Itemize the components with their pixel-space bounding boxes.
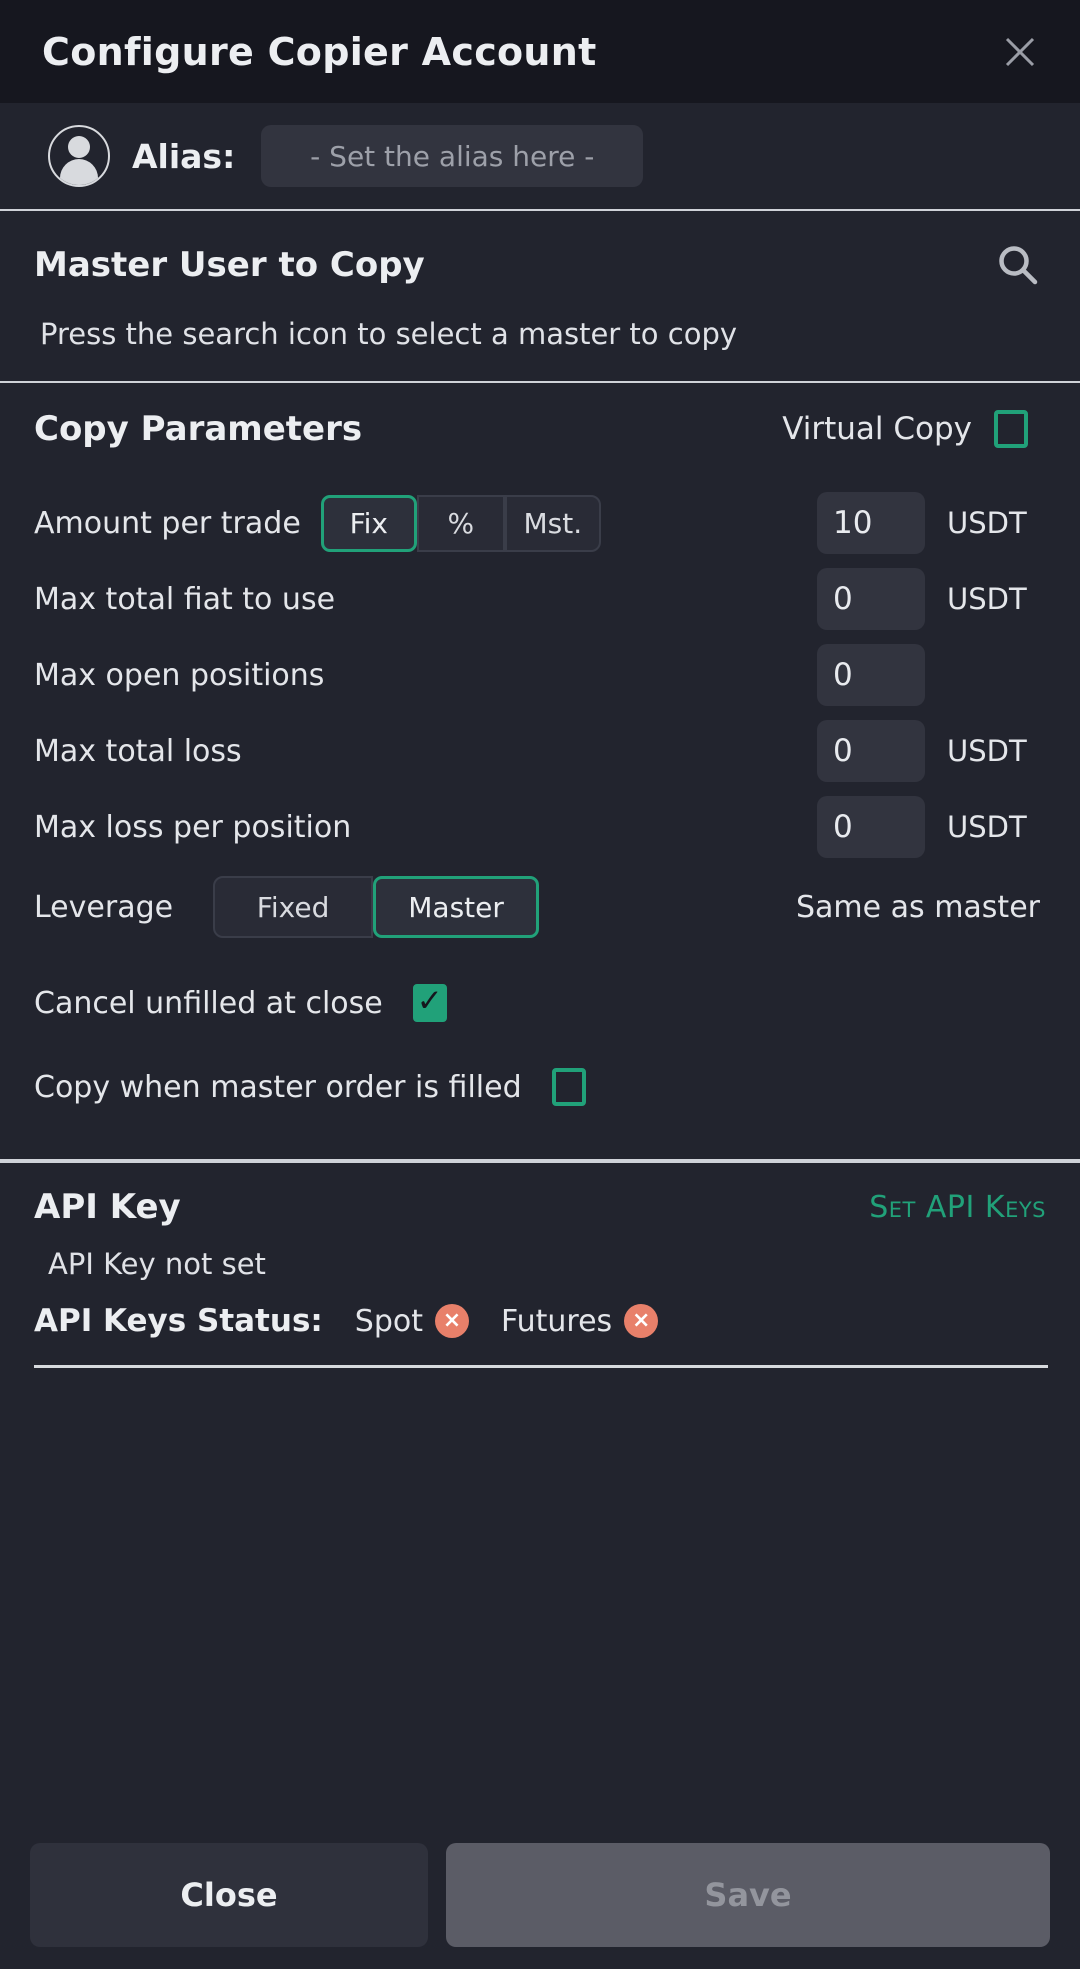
alias-row: Alias: - Set the alias here - [0,103,1080,211]
row-cancel-unfilled-at-close[interactable]: Cancel unfilled at close ✓ [34,961,1050,1045]
api-key-title: API Key [34,1187,181,1227]
api-keys-status-label: API Keys Status: [34,1303,323,1339]
row-label: Leverage [34,890,173,925]
max-total-fiat-input[interactable]: 0 [817,568,925,630]
cancel-unfilled-checkbox[interactable]: ✓ [413,984,447,1022]
status-futures: Futures × [501,1304,658,1339]
segment-fixed[interactable]: Fixed [213,876,373,938]
leverage-segmented[interactable]: Fixed Master [213,876,539,938]
api-key-status-text: API Key not set [34,1247,1050,1281]
max-total-fiat-unit: USDT [947,582,1027,616]
section-divider [34,1365,1048,1368]
alias-label: Alias: [132,137,235,176]
cancel-unfilled-label: Cancel unfilled at close [34,986,383,1021]
max-open-positions-input[interactable]: 0 [817,644,925,706]
alias-input[interactable]: - Set the alias here - [261,125,643,187]
close-icon[interactable] [994,26,1046,78]
error-badge-icon: × [624,1304,658,1338]
segment-fix[interactable]: Fix [321,495,417,552]
copy-parameters-section: Copy Parameters Virtual Copy Amount per … [0,383,1080,1161]
row-leverage: Leverage Fixed Master Same as master [34,865,1050,949]
row-max-total-fiat: Max total fiat to use 0 USDT [34,561,1050,637]
segment-percent[interactable]: % [417,495,505,552]
set-api-keys-link[interactable]: Set API Keys [869,1190,1050,1225]
row-label: Max open positions [34,658,324,693]
status-spot-label: Spot [355,1304,423,1339]
configure-copier-dialog: Configure Copier Account Alias: - Set th… [0,0,1080,1969]
max-total-loss-unit: USDT [947,734,1027,768]
search-icon[interactable] [990,237,1046,293]
row-max-loss-per-position: Max loss per position 0 USDT [34,789,1050,865]
max-loss-per-position-input[interactable]: 0 [817,796,925,858]
segment-mst[interactable]: Mst. [505,495,601,552]
virtual-copy-checkbox[interactable] [994,410,1028,448]
copy-parameters-title: Copy Parameters [34,409,362,449]
copy-parameters-header: Copy Parameters Virtual Copy [34,409,1050,449]
user-avatar-icon [48,125,110,187]
dialog-footer: Close Save [0,1820,1080,1969]
master-user-header: Master User to Copy [34,237,1046,293]
virtual-copy-label: Virtual Copy [782,411,972,447]
max-loss-per-position-unit: USDT [947,810,1027,844]
row-max-open-positions: Max open positions 0 [34,637,1050,713]
row-copy-when-filled[interactable]: Copy when master order is filled [34,1045,1050,1129]
leverage-note: Same as master [796,890,1040,925]
status-spot: Spot × [355,1304,469,1339]
dialog-titlebar: Configure Copier Account [0,0,1080,103]
virtual-copy-control[interactable]: Virtual Copy [782,410,1050,448]
amount-mode-segmented[interactable]: Fix % Mst. [321,495,601,552]
status-futures-label: Futures [501,1304,612,1339]
segment-master[interactable]: Master [373,876,539,938]
api-keys-status-row: API Keys Status: Spot × Futures × [34,1303,1050,1339]
copy-when-filled-checkbox[interactable] [552,1068,586,1106]
row-label: Amount per trade [34,506,301,541]
close-button[interactable]: Close [30,1843,428,1947]
save-button[interactable]: Save [446,1843,1050,1947]
max-total-loss-input[interactable]: 0 [817,720,925,782]
amount-per-trade-unit: USDT [947,506,1027,540]
page-title: Configure Copier Account [42,30,994,74]
master-user-hint: Press the search icon to select a master… [34,317,1046,351]
amount-per-trade-input[interactable]: 10 [817,492,925,554]
row-amount-per-trade: Amount per trade Fix % Mst. 10 USDT [34,485,1050,561]
master-user-title: Master User to Copy [34,245,425,285]
row-label: Max total loss [34,734,242,769]
copy-when-filled-label: Copy when master order is filled [34,1070,522,1105]
row-label: Max loss per position [34,810,351,845]
api-key-section: API Key Set API Keys API Key not set API… [0,1161,1080,1820]
error-badge-icon: × [435,1304,469,1338]
row-max-total-loss: Max total loss 0 USDT [34,713,1050,789]
row-label: Max total fiat to use [34,582,335,617]
master-user-section: Master User to Copy Press the search ico… [0,211,1080,383]
api-key-header: API Key Set API Keys [34,1187,1050,1227]
